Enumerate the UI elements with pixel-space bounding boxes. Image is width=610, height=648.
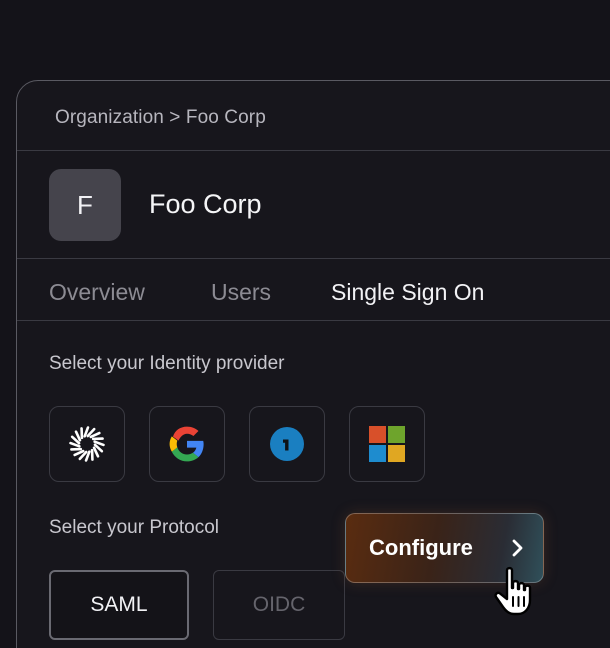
tab-users[interactable]: Users [211, 279, 271, 306]
stage: Organization > Foo Corp F Foo Corp Overv… [0, 0, 610, 648]
protocol-saml-button[interactable]: SAML [49, 570, 189, 640]
breadcrumb[interactable]: Organization > Foo Corp [55, 107, 266, 129]
protocol-oidc-label: OIDC [252, 593, 306, 616]
org-avatar-letter: F [77, 189, 93, 220]
tab-overview[interactable]: Overview [49, 279, 145, 306]
google-icon [169, 426, 204, 462]
protocol-saml-label: SAML [90, 593, 148, 616]
protocol-label: Select your Protocol [49, 517, 220, 538]
breadcrumb-divider [17, 150, 610, 151]
configure-button-label: Configure [369, 535, 473, 560]
protocol-oidc-button[interactable]: OIDC [213, 570, 345, 640]
onelogin-icon [270, 427, 304, 461]
chevron-right-icon [512, 539, 523, 557]
tabs-divider [17, 320, 610, 321]
idp-onelogin-button[interactable] [249, 406, 325, 482]
microsoft-icon [369, 426, 405, 462]
org-avatar: F [49, 169, 121, 241]
idp-okta-button[interactable] [49, 406, 125, 482]
idp-microsoft-button[interactable] [349, 406, 425, 482]
tab-single-sign-on[interactable]: Single Sign On [331, 279, 484, 306]
hand-pointer-cursor-icon [494, 566, 532, 616]
okta-icon [69, 426, 105, 462]
header-divider [17, 258, 610, 259]
identity-provider-label: Select your Identity provider [49, 353, 285, 374]
org-name: Foo Corp [149, 189, 262, 219]
idp-google-button[interactable] [149, 406, 225, 482]
